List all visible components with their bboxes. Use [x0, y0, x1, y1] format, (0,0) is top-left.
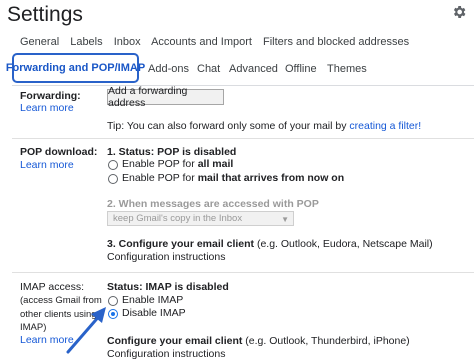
pop-all-mail-radio[interactable]: [108, 160, 118, 170]
imap-configure-heading: Configure your email client: [107, 335, 243, 347]
pop-action-select-value: keep Gmail's copy in the Inbox: [113, 213, 243, 224]
tab-themes[interactable]: Themes: [327, 63, 367, 75]
pop-all-mail-bold: all mail: [197, 158, 234, 170]
tab-general[interactable]: General: [20, 36, 59, 48]
pop-configure: 3. Configure your email client (e.g. Out…: [107, 238, 433, 250]
imap-status: Status: IMAP is disabled: [107, 281, 229, 293]
tabs-divider: [12, 85, 474, 86]
pop-when-accessed-heading: 2. When messages are accessed with POP: [107, 198, 319, 210]
pop-configure-heading: 3. Configure your email client: [107, 238, 255, 250]
tab-filters-and-blocked-addresses[interactable]: Filters and blocked addresses: [263, 36, 409, 48]
gear-icon[interactable]: [451, 4, 467, 20]
forwarding-tip-text: Tip: You can also forward only some of y…: [107, 120, 350, 132]
pop-new-mail-bold: mail that arrives from now on: [197, 172, 345, 184]
chevron-down-icon: ▼: [281, 215, 289, 224]
pop-new-mail-prefix: Enable POP for: [122, 172, 198, 184]
pop-configure-note: (e.g. Outlook, Eudora, Netscape Mail): [254, 238, 433, 250]
imap-access-label: IMAP access:: [20, 281, 84, 293]
forwarding-learn-more-link[interactable]: Learn more: [20, 102, 74, 114]
arrow-annotation-icon: [66, 307, 106, 354]
imap-configure-note: (e.g. Outlook, Thunderbird, iPhone): [242, 335, 410, 347]
tab-labels[interactable]: Labels: [70, 36, 102, 48]
tab-offline[interactable]: Offline: [285, 63, 317, 75]
section-divider: [12, 272, 474, 273]
create-filter-link[interactable]: creating a filter!: [349, 120, 421, 132]
tab-inbox[interactable]: Inbox: [114, 36, 141, 48]
pop-all-mail-prefix: Enable POP for: [122, 158, 198, 170]
add-forwarding-address-button[interactable]: Add a forwarding address: [107, 85, 224, 109]
disable-imap-label: Disable IMAP: [122, 307, 186, 319]
tabs-row-1: General Labels Inbox Accounts and Import…: [20, 36, 417, 48]
forwarding-label: Forwarding:: [20, 90, 81, 102]
imap-configure: Configure your email client (e.g. Outloo…: [107, 335, 410, 347]
section-divider: [12, 138, 474, 139]
pop-learn-more-link[interactable]: Learn more: [20, 159, 74, 171]
pop-new-mail-radio[interactable]: [108, 174, 118, 184]
pop-status: 1. Status: POP is disabled: [107, 146, 237, 158]
pop-download-label: POP download:: [20, 146, 98, 158]
tab-accounts-and-import[interactable]: Accounts and Import: [151, 36, 252, 48]
imap-configuration-instructions-link[interactable]: Configuration instructions: [107, 348, 225, 360]
page-title: Settings: [7, 3, 83, 26]
pop-all-mail-label: Enable POP for all mail: [122, 158, 233, 170]
pop-action-select[interactable]: keep Gmail's copy in the Inbox ▼: [107, 211, 294, 226]
pop-configuration-instructions-link[interactable]: Configuration instructions: [107, 251, 225, 263]
pop-new-mail-label: Enable POP for mail that arrives from no…: [122, 172, 344, 184]
tab-chat[interactable]: Chat: [197, 63, 220, 75]
imap-note-line-3: IMAP): [20, 322, 47, 333]
tab-advanced[interactable]: Advanced: [229, 63, 278, 75]
forwarding-tip: Tip: You can also forward only some of y…: [107, 120, 421, 132]
tab-forwarding-pop-imap[interactable]: Forwarding and POP/IMAP: [6, 53, 145, 83]
tab-add-ons[interactable]: Add-ons: [148, 63, 189, 75]
enable-imap-label: Enable IMAP: [122, 294, 184, 306]
